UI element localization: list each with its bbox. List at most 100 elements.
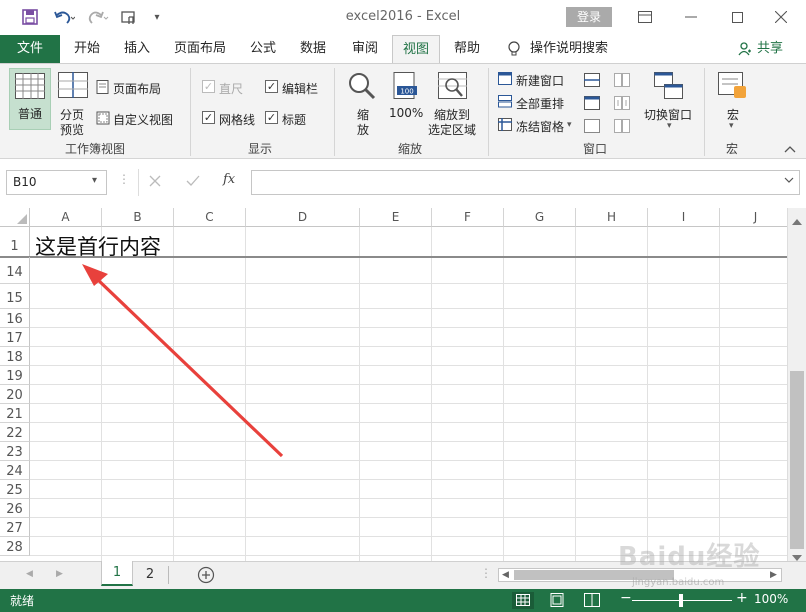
enter-icon[interactable]: [186, 175, 200, 190]
ruler-checkbox[interactable]: ✓: [202, 80, 215, 93]
zoom-to-selection-button[interactable]: 缩放到 选定区域: [428, 70, 482, 137]
page-layout-view-icon: [96, 80, 110, 97]
magnifier-icon: [349, 73, 376, 100]
watermark-text: Baidu经验: [618, 542, 761, 572]
macro-icon: [718, 72, 746, 98]
headings-label: 标题: [282, 113, 307, 127]
watermark-url: jingyan.baidu.com: [632, 577, 725, 588]
zoom-100-button[interactable]: 100 100%: [387, 70, 425, 124]
share-person-icon[interactable]: [738, 42, 752, 59]
freeze-panes-button[interactable]: 冻结窗格: [516, 118, 564, 135]
page-break-preview-button[interactable]: 分页 预览: [56, 70, 90, 137]
cancel-icon[interactable]: [149, 175, 161, 190]
custom-views-icon: [96, 111, 110, 128]
zoom-100-icon: 100: [393, 72, 417, 99]
workbook-views-group-label: 工作簿视图: [64, 142, 125, 156]
synchronous-scrolling-icon[interactable]: [614, 96, 630, 113]
add-sheet-icon[interactable]: [197, 566, 215, 587]
group-separator: [334, 68, 335, 156]
zoom-button[interactable]: 缩 放: [345, 70, 381, 137]
group-separator: [488, 68, 489, 156]
page-break-preview-icon: [58, 72, 88, 98]
login-button[interactable]: 登录: [566, 7, 612, 27]
sheet-tab-1[interactable]: 1: [101, 561, 133, 586]
worksheet-grid[interactable]: A B C D E F G H I J 1 14 15 16 17 18 19 …: [0, 208, 787, 561]
status-bar: 就绪 − + 100%: [0, 589, 806, 612]
page-break-preview-label-2: 预览: [60, 123, 85, 137]
macros-group-label: 宏: [725, 142, 738, 156]
arrange-all-button[interactable]: 全部重排: [516, 95, 564, 112]
formula-bar-checkbox[interactable]: ✓: [265, 80, 278, 93]
tab-divider: [168, 566, 169, 584]
prev-sheet-icon[interactable]: ◀: [26, 569, 33, 579]
group-separator: [190, 68, 191, 156]
tab-formulas[interactable]: 公式: [242, 35, 284, 63]
collapse-ribbon-icon[interactable]: [784, 142, 796, 156]
normal-view-button[interactable]: 普通: [9, 68, 51, 130]
page-break-status-icon[interactable]: [584, 593, 600, 610]
share-button[interactable]: 共享: [755, 35, 785, 63]
show-group-label: 显示: [247, 142, 272, 156]
zoom-label-2: 放: [357, 123, 370, 137]
arrange-all-icon: [498, 95, 512, 111]
ribbon-display-options-icon[interactable]: [630, 4, 660, 30]
name-box-dropdown-icon[interactable]: ▾: [92, 175, 97, 186]
split-icon[interactable]: [584, 73, 600, 90]
zoom-level[interactable]: 100%: [754, 592, 788, 606]
tab-page-layout[interactable]: 页面布局: [168, 35, 232, 63]
zoom-selection-icon: [438, 72, 467, 99]
minimize-icon[interactable]: [676, 4, 706, 30]
macros-button[interactable]: 宏 ▾: [714, 70, 754, 134]
reset-window-position-icon[interactable]: [614, 119, 630, 136]
freeze-panes-dropdown-icon[interactable]: ▾: [567, 120, 572, 130]
insert-function-icon[interactable]: fx: [223, 172, 235, 187]
scroll-up-icon[interactable]: [792, 214, 802, 228]
formula-input[interactable]: [251, 170, 800, 195]
custom-views-button[interactable]: 自定义视图: [113, 111, 173, 128]
gridlines-label: 网格线: [219, 113, 256, 127]
zoom-100-label: 100%: [389, 106, 424, 120]
close-icon[interactable]: [766, 4, 796, 30]
unhide-window-icon[interactable]: [584, 119, 600, 136]
headings-checkbox[interactable]: ✓: [265, 111, 278, 124]
ruler-label: 直尺: [219, 82, 244, 96]
vertical-scrollbar[interactable]: [787, 208, 806, 561]
status-ready: 就绪: [10, 594, 35, 608]
scroll-left-icon[interactable]: ◀: [502, 570, 509, 580]
sheet-tab-2[interactable]: 2: [138, 565, 162, 585]
normal-view-status-icon[interactable]: [512, 592, 534, 609]
tab-data[interactable]: 数据: [292, 35, 334, 63]
switch-windows-icon: [654, 72, 683, 99]
tab-insert[interactable]: 插入: [116, 35, 158, 63]
tell-me-search[interactable]: 操作说明搜索: [530, 35, 610, 63]
zoom-group-label: 缩放: [397, 142, 422, 156]
switch-windows-button[interactable]: 切换窗口 ▾: [642, 70, 694, 134]
zoom-in-icon[interactable]: +: [736, 590, 748, 606]
next-sheet-icon[interactable]: ▶: [56, 569, 63, 579]
zoom-out-icon[interactable]: −: [620, 590, 632, 606]
tab-help[interactable]: 帮助: [446, 35, 488, 63]
page-layout-status-icon[interactable]: [550, 593, 564, 610]
tab-file[interactable]: 文件: [0, 35, 60, 63]
group-separator: [704, 68, 705, 156]
expand-formula-bar-icon[interactable]: [784, 176, 794, 187]
hide-window-icon[interactable]: [584, 96, 600, 113]
new-window-button[interactable]: 新建窗口: [516, 72, 564, 89]
normal-view-icon: [15, 73, 45, 99]
tab-home[interactable]: 开始: [66, 35, 108, 63]
page-layout-view-button[interactable]: 页面布局: [113, 80, 161, 97]
normal-view-label: 普通: [18, 107, 43, 121]
zoom-slider-thumb[interactable]: [679, 594, 683, 607]
view-side-by-side-icon[interactable]: [614, 73, 630, 90]
gridlines-checkbox[interactable]: ✓: [202, 111, 215, 124]
freeze-panes-icon: [498, 118, 512, 134]
zoom-100-badge: 100: [400, 88, 413, 96]
title-bar: ▾ excel2016 - Excel 登录: [0, 0, 806, 35]
scroll-right-icon[interactable]: ▶: [770, 570, 777, 580]
scroll-thumb[interactable]: [790, 371, 804, 549]
tab-view[interactable]: 视图: [392, 35, 440, 64]
hscroll-grip-icon: ⋮: [480, 566, 492, 580]
tab-review[interactable]: 审阅: [344, 35, 386, 63]
maximize-icon[interactable]: [722, 4, 752, 30]
formula-bar-grip-icon: ⋮: [118, 172, 130, 186]
